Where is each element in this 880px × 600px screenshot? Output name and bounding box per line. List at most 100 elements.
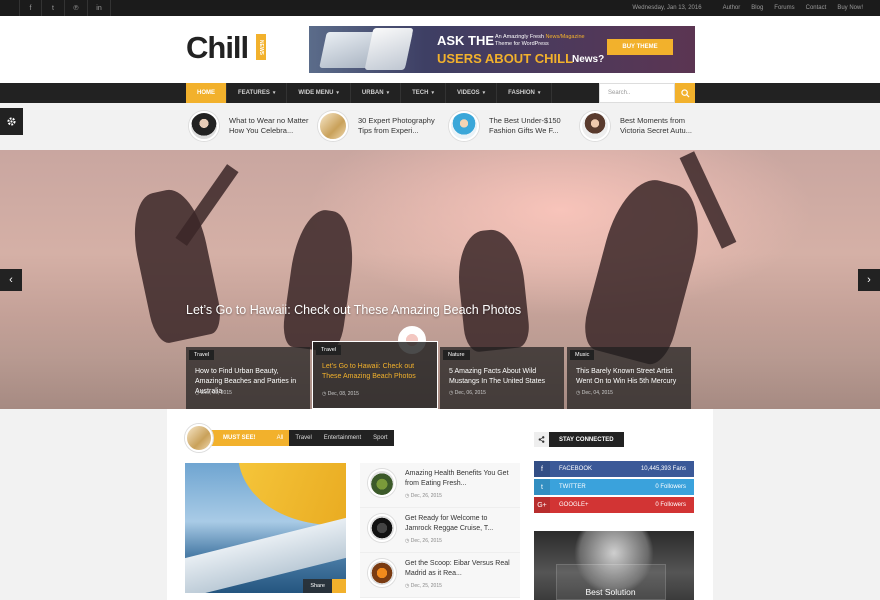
device-image (364, 28, 414, 70)
next-slide-button[interactable]: › (858, 269, 880, 291)
main-content: MUST SEE! All Travel Entertainment Sport… (167, 409, 713, 600)
list-item-title: Get the Scoop: Eibar Versus Real Madrid … (405, 560, 510, 577)
slide-card-date: ◷ Dec, 09, 2015 (195, 390, 232, 396)
top-link-author[interactable]: Author (723, 5, 741, 11)
ticker-title: What to Wear no Matter How You Celebra..… (229, 116, 309, 135)
chevron-right-icon: › (867, 274, 871, 286)
network-count: 0 Followers (655, 484, 686, 490)
list-item-title: Get Ready for Welcome to Jamrock Reggae … (405, 515, 494, 532)
sidebar-ad[interactable]: Best Solution (534, 531, 694, 600)
ticker-item[interactable]: The Best Under-$150 Fashion Gifts We F..… (449, 111, 579, 141)
nav-item-videos[interactable]: VIDEOS ▾ (446, 83, 498, 103)
main-nav: HOME FEATURES ▾ WIDE MENU ▾ URBAN ▾ TECH ▾ V… (0, 83, 880, 103)
category-badge[interactable]: Travel (189, 350, 215, 360)
category-badge[interactable]: Travel (316, 345, 342, 355)
list-item-thumb (368, 559, 396, 587)
hero-image (453, 226, 532, 354)
twitter-follow[interactable]: t TWITTER 0 Followers (534, 479, 694, 495)
chevron-down-icon: ▾ (386, 90, 390, 96)
ticker-thumb (189, 111, 219, 141)
ticker-item[interactable]: 30 Expert Photography Tips from Experi..… (318, 111, 448, 141)
ad-text: Best Solution (585, 587, 636, 597)
top-link-buy-now[interactable]: Buy Now! (837, 5, 863, 11)
chevron-down-icon: ▾ (482, 90, 486, 96)
chevron-down-icon: ▾ (431, 90, 434, 96)
share-bar[interactable]: Share (303, 579, 346, 593)
logo-text: Chill (186, 30, 249, 65)
list-item-thumb (368, 469, 396, 497)
nav-item-urban[interactable]: URBAN ▾ (351, 83, 402, 103)
slide-card[interactable]: Nature 5 Amazing Facts About Wild Mustan… (440, 347, 564, 409)
search-icon (680, 88, 690, 98)
network-name: FACEBOOK (559, 466, 593, 472)
social-links: f t ℗ in (19, 0, 111, 16)
nav-item-features[interactable]: FEATURES ▾ (227, 83, 288, 103)
must-see-badge-icon (185, 424, 213, 452)
ticker-item[interactable]: Best Moments from Victoria Secret Autu..… (580, 111, 710, 141)
site-logo[interactable]: Chill NEWS (186, 30, 266, 66)
top-link-blog[interactable]: Blog (751, 5, 763, 11)
facebook-follow[interactable]: f FACEBOOK 10,445,393 Fans (534, 461, 694, 477)
ticker-thumb (449, 111, 479, 141)
top-bar: f t ℗ in Wednesday, Jan 13, 2016 Author … (0, 0, 880, 16)
ticker-thumb (318, 111, 348, 141)
must-see-label: MUST SEE! (207, 430, 271, 446)
hero-title[interactable]: Let’s Go to Hawaii: Check out These Amaz… (186, 303, 521, 317)
ad-headline-2: USERS ABOUT CHILL (437, 51, 574, 66)
chevron-down-icon: ▾ (336, 90, 339, 96)
tab-all[interactable]: All (270, 430, 290, 446)
list-item-thumb (368, 514, 396, 542)
list-item[interactable]: Get the Scoop: Eibar Versus Real Madrid … (360, 553, 520, 598)
linkedin-icon[interactable]: in (88, 0, 111, 16)
list-item[interactable]: Amazing Health Benefits You Get from Eat… (360, 463, 520, 508)
list-item[interactable]: Get Ready for Welcome to Jamrock Reggae … (360, 508, 520, 553)
ad-headline-tail: News? (572, 54, 605, 65)
nav-item-home[interactable]: HOME (186, 83, 227, 103)
header-banner-ad[interactable]: ASK THE An Amazingly Fresh News/Magazine… (309, 26, 695, 73)
ad-subtext: An Amazingly Fresh News/Magazine Theme f… (495, 34, 585, 47)
tab-travel[interactable]: Travel (289, 430, 317, 446)
pinterest-icon[interactable]: ℗ (65, 0, 88, 16)
hero-image (578, 171, 712, 369)
buy-theme-button[interactable]: BUY THEME (607, 39, 673, 55)
chevron-down-icon: ▾ (537, 90, 541, 96)
ticker-title: 30 Expert Photography Tips from Experi..… (358, 116, 435, 135)
network-name: GOOGLE+ (559, 502, 589, 508)
ticker-item[interactable]: What to Wear no Matter How You Celebra..… (189, 111, 319, 141)
facebook-icon[interactable]: f (19, 0, 42, 16)
tab-entertainment[interactable]: Entertainment (318, 430, 367, 446)
must-see-header: MUST SEE! All Travel Entertainment Sport (185, 424, 394, 452)
search-input[interactable]: Search.. (599, 83, 675, 103)
network-name: TWITTER (559, 484, 586, 490)
category-badge[interactable]: Music (570, 350, 595, 360)
gear-icon (7, 117, 16, 126)
google-plus-icon: G+ (534, 497, 550, 513)
slide-card-title: Let’s Go to Hawaii: Check out These Amaz… (322, 363, 416, 380)
hero-image (280, 206, 360, 354)
slide-card[interactable]: Music This Barely Known Street Artist We… (567, 347, 691, 409)
tumblr-icon[interactable]: t (42, 0, 65, 16)
top-link-contact[interactable]: Contact (806, 5, 827, 11)
search-button[interactable] (675, 83, 695, 103)
nav-item-fashion[interactable]: FASHION ▾ (497, 83, 553, 103)
must-see-list: Amazing Health Benefits You Get from Eat… (360, 463, 520, 598)
share-icon[interactable] (332, 579, 346, 593)
featured-post-image[interactable]: Share (185, 463, 346, 593)
ad-headline: ASK THE (437, 33, 495, 48)
twitter-icon: t (534, 479, 550, 495)
google-plus-follow[interactable]: G+ GOOGLE+ 0 Followers (534, 497, 694, 513)
settings-toggle[interactable] (0, 108, 23, 135)
top-link-forums[interactable]: Forums (774, 5, 794, 11)
ticker-title: Best Moments from Victoria Secret Autu..… (620, 116, 692, 135)
hero-slider[interactable]: ‹ › Let’s Go to Hawaii: Check out These … (0, 150, 880, 409)
prev-slide-button[interactable]: ‹ (0, 269, 22, 291)
slide-card[interactable]: Travel How to Find Urban Beauty, Amazing… (186, 347, 310, 409)
logo-tag: NEWS (256, 34, 266, 60)
category-badge[interactable]: Nature (443, 350, 470, 360)
network-count: 10,445,393 Fans (640, 466, 686, 472)
slide-card-active[interactable]: Travel Let’s Go to Hawaii: Check out The… (312, 341, 438, 409)
nav-item-wide-menu[interactable]: WIDE MENU ▾ (287, 83, 351, 103)
chevron-left-icon: ‹ (9, 274, 13, 286)
nav-item-tech[interactable]: TECH ▾ (401, 83, 446, 103)
tab-sport[interactable]: Sport (367, 430, 393, 446)
